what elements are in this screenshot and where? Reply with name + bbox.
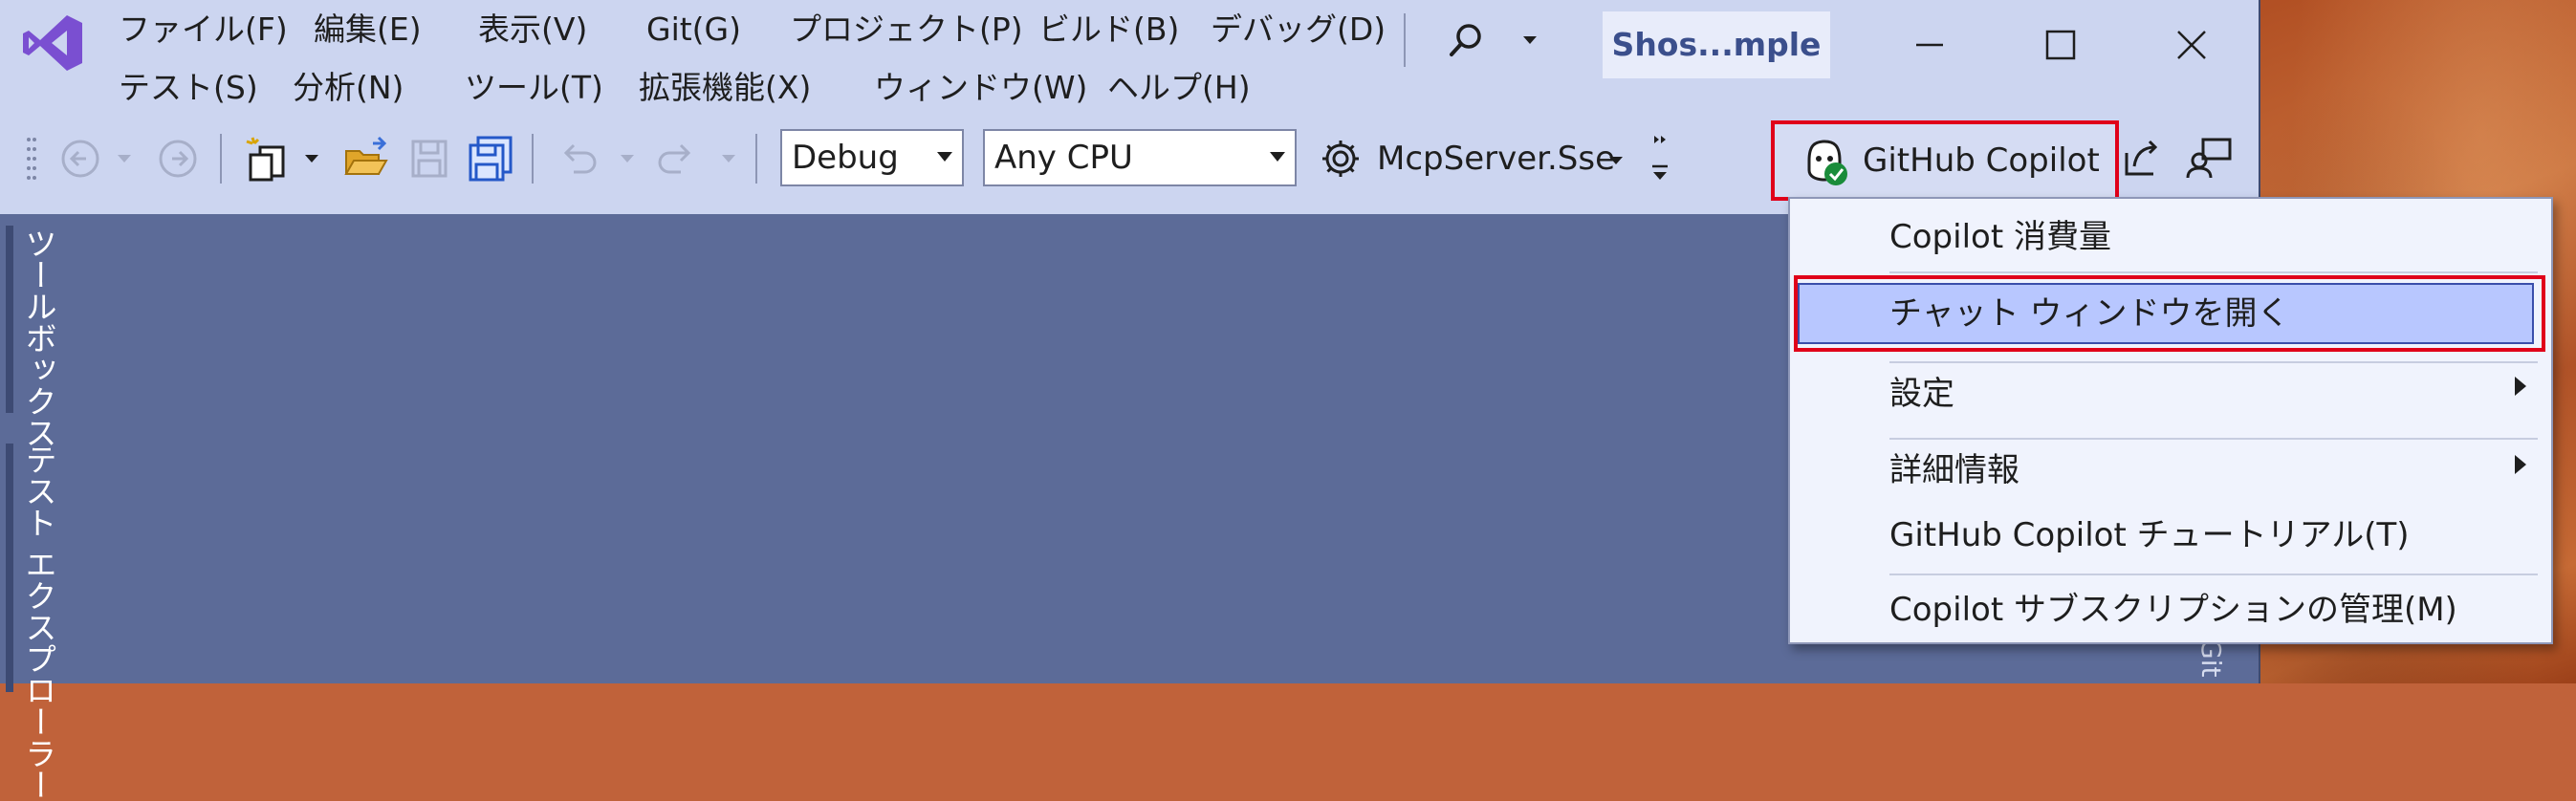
- menu-analyze[interactable]: 分析(N): [289, 65, 407, 111]
- copilot-button-label: GitHub Copilot: [1863, 141, 2100, 180]
- menu-separator: [1889, 574, 2538, 575]
- side-tab-indicator: [6, 226, 13, 413]
- menu-separator: [1404, 13, 1406, 67]
- menu-separator: [1889, 271, 2538, 273]
- navigate-back-dropdown-icon[interactable]: [115, 132, 134, 185]
- navigate-back-icon[interactable]: [57, 132, 103, 185]
- search-dropdown-icon[interactable]: [1520, 31, 1539, 50]
- navigate-forward-icon[interactable]: [155, 132, 201, 185]
- menu-separator: [1889, 361, 2538, 363]
- solution-title-badge[interactable]: Shos...mple: [1603, 11, 1830, 78]
- toolbar-separator: [220, 134, 222, 184]
- undo-icon[interactable]: [555, 132, 600, 185]
- feedback-icon[interactable]: [2182, 132, 2236, 185]
- startup-dropdown-icon[interactable]: [1606, 151, 1626, 170]
- menu-window[interactable]: ウィンドウ(W): [870, 65, 1091, 111]
- minimize-icon[interactable]: [1891, 19, 1968, 71]
- save-all-icon[interactable]: [465, 132, 516, 185]
- toolbar-overflow-icon[interactable]: [1648, 130, 1671, 187]
- maximize-icon[interactable]: [2021, 19, 2098, 71]
- gear-icon: [1322, 141, 1359, 177]
- startup-project-label: McpServer.Sse: [1377, 140, 1616, 178]
- toolbar-grip-icon[interactable]: [25, 132, 38, 185]
- open-folder-icon[interactable]: [340, 132, 392, 185]
- title-menu-toolbar-area: ファイル(F) 編集(E) 表示(V) Git(G) プロジェクト(P) ビルド…: [0, 0, 2259, 214]
- copilot-status-icon: [1807, 140, 1847, 185]
- toolbar-separator: [532, 134, 534, 184]
- menu-item-manage-subscription[interactable]: Copilot サブスクリプションの管理(M): [1889, 583, 2457, 637]
- test-explorer-tab[interactable]: テスト エクスプローラー: [19, 444, 57, 801]
- search-icon[interactable]: [1434, 17, 1495, 67]
- toolbar-separator: [755, 134, 757, 184]
- chevron-down-icon: [1270, 152, 1285, 162]
- menu-git[interactable]: Git(G): [643, 7, 745, 53]
- chevron-down-icon: [937, 152, 952, 162]
- platform-value: Any CPU: [994, 139, 1133, 177]
- configuration-select[interactable]: Debug: [780, 129, 964, 186]
- menu-extensions[interactable]: 拡張機能(X): [635, 65, 815, 111]
- menu-tools[interactable]: ツール(T): [461, 65, 607, 111]
- menu-file[interactable]: ファイル(F): [115, 7, 292, 53]
- menu-edit[interactable]: 編集(E): [310, 7, 426, 53]
- side-tab-indicator: [6, 444, 13, 692]
- menu-separator: [1889, 438, 2538, 440]
- menu-item-copilot-tutorial[interactable]: GitHub Copilot チュートリアル(T): [1889, 509, 2410, 562]
- github-copilot-button[interactable]: GitHub Copilot: [1771, 120, 2119, 201]
- toolbox-tab[interactable]: ツールボックス: [19, 227, 57, 448]
- left-tool-tabs: ツールボックス テスト エクスプローラー: [0, 214, 67, 801]
- new-project-dropdown-icon[interactable]: [302, 132, 321, 185]
- menu-project[interactable]: プロジェクト(P): [786, 7, 1027, 53]
- menu-debug[interactable]: デバッグ(D): [1207, 7, 1389, 53]
- menu-help[interactable]: ヘルプ(H): [1103, 65, 1255, 111]
- menu-item-details[interactable]: 詳細情報: [1889, 444, 2019, 497]
- copilot-dropdown-menu: Copilot 消費量 チャット ウィンドウを開く 設定 詳細情報 GitHub…: [1788, 197, 2553, 644]
- redo-icon[interactable]: [654, 132, 700, 185]
- menu-item-copilot-usage[interactable]: Copilot 消費量: [1889, 210, 2111, 264]
- menu-item-open-chat-label: チャット ウィンドウを開く: [1889, 294, 2290, 333]
- submenu-arrow-icon: [2515, 455, 2526, 474]
- menu-test[interactable]: テスト(S): [115, 65, 262, 111]
- save-icon[interactable]: [405, 132, 453, 185]
- git-changes-tab[interactable]: Git: [2195, 639, 2227, 677]
- configuration-value: Debug: [792, 139, 899, 177]
- submenu-arrow-icon: [2515, 377, 2526, 396]
- menu-view[interactable]: 表示(V): [474, 7, 591, 53]
- undo-dropdown-icon[interactable]: [618, 132, 637, 185]
- menu-item-settings[interactable]: 設定: [1889, 367, 1954, 421]
- visual-studio-logo-icon[interactable]: [21, 13, 84, 73]
- redo-dropdown-icon[interactable]: [719, 132, 738, 185]
- menu-build[interactable]: ビルド(B): [1035, 7, 1183, 53]
- close-icon[interactable]: [2153, 19, 2230, 71]
- live-share-icon[interactable]: [2115, 132, 2169, 185]
- platform-select[interactable]: Any CPU: [983, 129, 1297, 186]
- new-project-icon[interactable]: [243, 132, 295, 185]
